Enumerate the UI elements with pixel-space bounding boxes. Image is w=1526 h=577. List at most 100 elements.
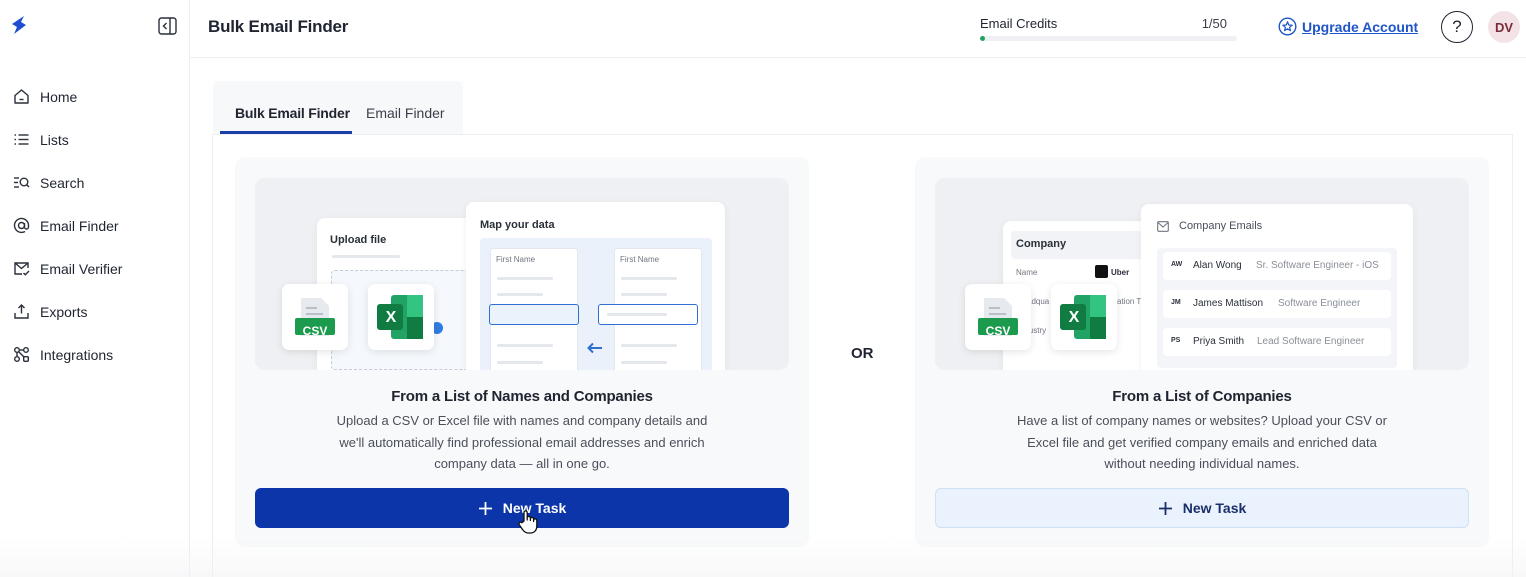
sidebar-nav: Home Lists Search Email Finder Email Ver… bbox=[0, 75, 190, 376]
list-icon bbox=[14, 134, 29, 145]
column-header: First Name bbox=[496, 255, 536, 264]
csv-label: CSV bbox=[302, 324, 328, 338]
sidebar-item-email-finder[interactable]: Email Finder bbox=[0, 204, 190, 247]
credits-progress-bar bbox=[980, 36, 1237, 41]
placeholder-line bbox=[621, 277, 677, 280]
truncated-label: ation T bbox=[1117, 297, 1142, 306]
list-item: PS Priya Smith Lead Software Engineer bbox=[1163, 328, 1391, 356]
arrow-left-icon bbox=[587, 342, 602, 354]
sidebar-item-exports[interactable]: Exports bbox=[0, 290, 190, 333]
names-companies-illustration: Upload file Map your data First Name Fir… bbox=[255, 178, 789, 370]
csv-file-icon: CSV bbox=[965, 284, 1031, 350]
sidebar-collapse-icon[interactable] bbox=[158, 17, 177, 35]
credits-label: Email Credits bbox=[980, 16, 1058, 31]
avatar[interactable]: DV bbox=[1488, 11, 1520, 43]
export-icon bbox=[14, 304, 29, 319]
upgrade-account-label: Upgrade Account bbox=[1302, 18, 1419, 35]
help-button[interactable]: ? bbox=[1441, 11, 1473, 43]
placeholder-line bbox=[332, 255, 400, 258]
placeholder-line bbox=[607, 313, 667, 316]
excel-label: X bbox=[385, 309, 397, 326]
placeholder-line bbox=[497, 361, 543, 364]
csv-file-icon: CSV bbox=[282, 284, 348, 350]
tab-email-finder[interactable]: Email Finder bbox=[366, 105, 445, 121]
contact-initials: PS bbox=[1171, 337, 1181, 344]
contact-role: Software Engineer bbox=[1278, 298, 1361, 309]
mapping-highlight bbox=[598, 304, 698, 325]
mail-check-icon bbox=[14, 262, 30, 276]
company-emails-title: Company Emails bbox=[1179, 220, 1263, 232]
upgrade-account-link[interactable]: Upgrade Account bbox=[1278, 17, 1418, 36]
excel-file-icon: X bbox=[1051, 284, 1117, 350]
company-emails-panel: Company Emails AW Alan Wong Sr. Software… bbox=[1141, 204, 1413, 370]
column-header: First Name bbox=[620, 255, 660, 264]
sidebar-item-home[interactable]: Home bbox=[0, 75, 190, 118]
email-credits: Email Credits 1/50 bbox=[980, 16, 1237, 41]
uber-logo-icon bbox=[1095, 265, 1108, 278]
placeholder-line bbox=[497, 293, 543, 296]
card-title: From a List of Names and Companies bbox=[391, 388, 653, 405]
placeholder-line bbox=[621, 344, 677, 347]
sidebar: Home Lists Search Email Finder Email Ver… bbox=[0, 0, 190, 577]
new-task-label: New Task bbox=[1182, 500, 1247, 516]
sidebar-item-search[interactable]: Search bbox=[0, 161, 190, 204]
home-icon bbox=[14, 89, 29, 104]
sidebar-item-label: Integrations bbox=[40, 346, 114, 363]
app-logo-icon[interactable] bbox=[8, 14, 30, 36]
company-title: Company bbox=[1016, 238, 1067, 250]
page-title: Bulk Email Finder bbox=[208, 17, 349, 36]
topbar: Bulk Email Finder Email Credits 1/50 Upg… bbox=[190, 0, 1526, 58]
list-item: AW Alan Wong Sr. Software Engineer - iOS bbox=[1163, 252, 1391, 280]
placeholder-line bbox=[621, 361, 667, 364]
mapping-column: First Name bbox=[598, 248, 702, 370]
contact-name: Alan Wong bbox=[1193, 260, 1242, 271]
contact-role: Sr. Software Engineer - iOS bbox=[1256, 260, 1379, 271]
excel-label: X bbox=[1068, 309, 1080, 326]
placeholder-line bbox=[497, 277, 553, 280]
search-list-icon bbox=[14, 177, 30, 188]
sidebar-item-label: Exports bbox=[40, 303, 88, 320]
contact-initials: AW bbox=[1171, 261, 1183, 268]
companies-card: Company Name Uber adqua lustry ation T C… bbox=[915, 157, 1489, 547]
plus-icon bbox=[1158, 501, 1172, 515]
sidebar-item-label: Home bbox=[40, 88, 78, 105]
upload-file-title: Upload file bbox=[330, 234, 387, 246]
tab-bulk-email-finder[interactable]: Bulk Email Finder bbox=[235, 105, 350, 121]
csv-label: CSV bbox=[985, 324, 1011, 338]
contact-initials: JM bbox=[1171, 299, 1181, 306]
companies-illustration: Company Name Uber adqua lustry ation T C… bbox=[935, 178, 1469, 370]
sidebar-item-email-verifier[interactable]: Email Verifier bbox=[0, 247, 190, 290]
company-value: Uber bbox=[1111, 268, 1130, 277]
mapping-highlight bbox=[489, 304, 579, 325]
card-description: Have a list of company names or websites… bbox=[1017, 413, 1387, 471]
name-label: Name bbox=[1016, 268, 1038, 277]
map-data-panel: Map your data First Name First Name bbox=[466, 202, 725, 370]
names-companies-card: Upload file Map your data First Name Fir… bbox=[235, 157, 809, 547]
sidebar-item-label: Email Finder bbox=[40, 217, 119, 234]
contact-role: Lead Software Engineer bbox=[1257, 336, 1365, 347]
star-badge-icon bbox=[1278, 17, 1297, 36]
sidebar-item-integrations[interactable]: Integrations bbox=[0, 333, 190, 376]
card-title: From a List of Companies bbox=[1112, 388, 1292, 405]
credits-progress-fill bbox=[980, 36, 986, 41]
sidebar-item-lists[interactable]: Lists bbox=[0, 118, 190, 161]
excel-file-icon: X bbox=[368, 284, 434, 350]
mapping-column: First Name bbox=[489, 248, 579, 370]
hand-cursor-icon bbox=[518, 510, 538, 534]
map-data-title: Map your data bbox=[480, 219, 555, 231]
sidebar-item-label: Search bbox=[40, 174, 85, 191]
tab-bar: Bulk Email Finder Email Finder bbox=[213, 81, 463, 135]
contact-name: James Mattison bbox=[1193, 298, 1264, 309]
list-item: JM James Mattison Software Engineer bbox=[1163, 290, 1391, 318]
card-description: Upload a CSV or Excel file with names an… bbox=[336, 413, 708, 471]
contact-name: Priya Smith bbox=[1193, 336, 1245, 347]
integrations-icon bbox=[14, 347, 29, 362]
or-separator: OR bbox=[851, 345, 874, 362]
divider bbox=[212, 134, 213, 577]
divider bbox=[213, 134, 1513, 135]
new-task-button[interactable]: New Task bbox=[935, 488, 1469, 528]
mail-icon bbox=[1157, 221, 1169, 232]
divider bbox=[1512, 134, 1513, 577]
plus-icon bbox=[478, 501, 492, 515]
placeholder-line bbox=[621, 293, 667, 296]
